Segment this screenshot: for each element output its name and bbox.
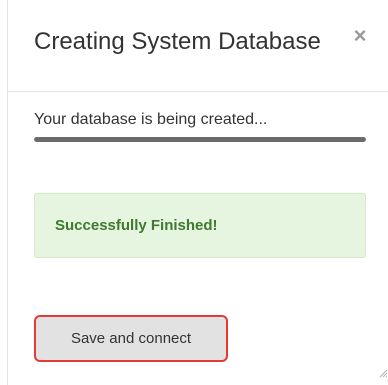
dialog-title: Creating System Database xyxy=(34,28,321,55)
success-message: Successfully Finished! xyxy=(55,217,218,234)
save-and-connect-button[interactable]: Save and connect xyxy=(34,315,228,362)
success-alert: Successfully Finished! xyxy=(34,193,366,258)
progress-bar-fill xyxy=(34,137,366,142)
dialog-header: Creating System Database × xyxy=(8,0,388,92)
progress-bar xyxy=(34,137,366,142)
resize-grip-icon[interactable] xyxy=(378,368,388,378)
close-icon[interactable]: × xyxy=(348,22,372,50)
create-database-dialog: Creating System Database × Your database… xyxy=(7,0,388,385)
progress-label: Your database is being created... xyxy=(34,111,268,128)
